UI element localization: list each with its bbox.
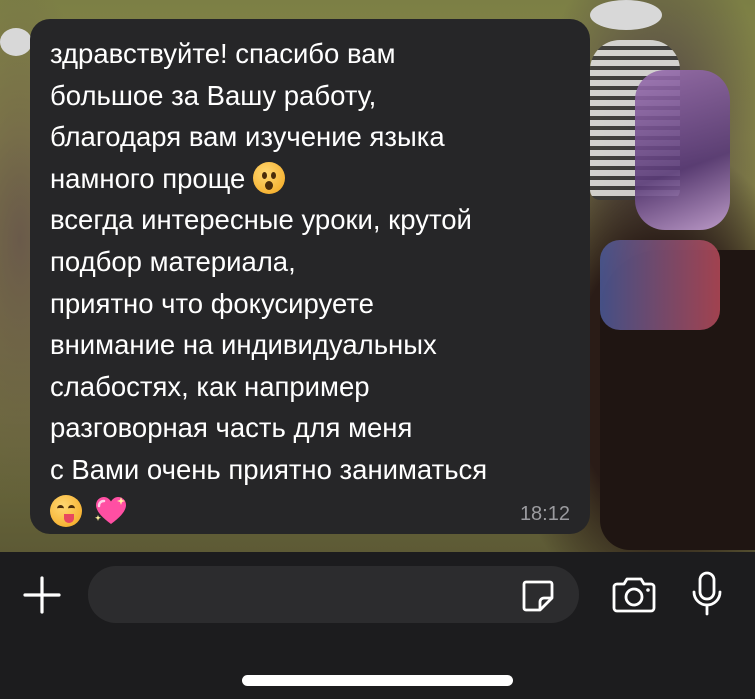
message-line: всегда интересные уроки, крутой bbox=[50, 204, 472, 236]
message-line-text: намного проще bbox=[50, 162, 246, 194]
incoming-message-bubble[interactable]: здравствуйте! спасибо вам большое за Ваш… bbox=[30, 19, 590, 534]
home-indicator[interactable] bbox=[242, 675, 513, 686]
message-line: с Вами очень приятно заниматься bbox=[50, 453, 488, 485]
message-timestamp: 18:12 bbox=[519, 503, 570, 525]
message-line: подбор материала, bbox=[50, 245, 296, 277]
message-line: слабостях, как например bbox=[50, 370, 370, 402]
message-line: здравствуйте! спасибо вам bbox=[50, 38, 396, 69]
sparkling-heart-emoji bbox=[94, 496, 126, 524]
message-line: внимание на индивидуальных bbox=[50, 329, 437, 361]
message-line: приятно что фокусируете bbox=[50, 287, 374, 319]
face-savoring-food-emoji bbox=[50, 494, 82, 527]
emoji-line bbox=[50, 491, 568, 533]
chat-screen: здравствуйте! спасибо вам большое за Ваш… bbox=[0, 0, 755, 699]
hushed-face-emoji bbox=[252, 161, 285, 194]
wallpaper-helmet-right bbox=[590, 0, 662, 30]
camera-icon[interactable] bbox=[610, 575, 658, 615]
wallpaper-backpack bbox=[635, 70, 730, 230]
message-input[interactable] bbox=[88, 566, 579, 623]
message-line: благодаря вам изучение языка bbox=[50, 121, 445, 153]
message-line: разговорная часть для меня bbox=[50, 412, 413, 444]
message-line: большое за Вашу работу, bbox=[50, 79, 377, 111]
message-line-with-emoji: намного проще bbox=[50, 158, 568, 200]
wallpaper-helmet-left bbox=[0, 28, 32, 56]
sticker-icon[interactable] bbox=[520, 578, 556, 614]
wallpaper-saddle bbox=[600, 240, 720, 330]
plus-icon[interactable] bbox=[22, 575, 62, 615]
microphone-icon[interactable] bbox=[690, 570, 724, 618]
